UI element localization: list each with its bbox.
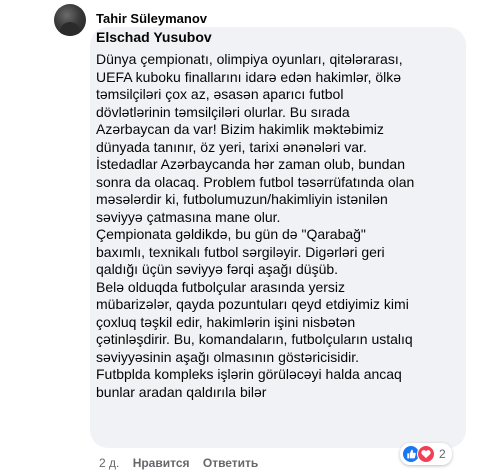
mention-link[interactable]: Elschad Yusubov [96,29,212,45]
comment-line: dünyada tanınır, öz yeri, tarixi ənənələ… [96,138,367,155]
comment-line: dövlətlərinin təmsilçiləri olurlar. Bu s… [96,103,350,120]
comment-line: məsələrdir ki, futbolumuzun/hakimliyin i… [96,191,388,207]
comment-line: təmsilçiləri çox az, əsasən aparıcı futb… [96,86,344,102]
comment-line: bunlar aradan qaldırıla bilər [96,383,267,400]
comment-line: mübarizələr, qayda pozuntuları qeyd etdi… [96,296,409,312]
comment-line: səviyyəsinin aşağı olmasının göstəricisi… [96,348,360,365]
comment-line: Azərbaycan da var! Bizim hakimlik məktəb… [96,121,384,137]
author-name[interactable]: Tahir Süleymanov [96,11,207,26]
avatar[interactable] [54,4,86,36]
comment-text: Dünya çempionatı, olimpiya oyunları, qit… [96,51,414,401]
comment-line: səviyyə çatmasına mane olur. [96,208,281,225]
like-button[interactable]: Нравится [133,456,190,470]
timestamp[interactable]: 2 д. [99,456,119,470]
reaction-summary[interactable]: 2 [400,443,452,465]
comment-actions: 2 д. Нравится Ответить [99,456,268,470]
comment-line: Çempionata gəldikdə, bu gün də "Qarabağ" [96,226,366,242]
comment-line: UEFA kuboku finallarını idarə edən hakim… [96,68,402,85]
comment-line: Futbplda kompleks işlərin görüləcəyi hal… [96,366,402,382]
comment-line: İstedadlar Azərbaycanda hər zaman olub, … [96,156,405,172]
comment-line: Dünya çempionatı, olimpiya oyunları, qit… [96,51,403,67]
reply-button[interactable]: Ответить [203,456,258,470]
comment-line: qaldığı üçün səviyyə fərqi aşağı düşüb. [96,261,339,277]
reaction-count: 2 [439,447,446,461]
comment-line: Belə olduqda futbolçular arasında yersiz [96,278,346,295]
comment-line: baxımlı, texnikalı futbol sərgiləyir. Di… [96,243,385,260]
comment-line: çoxluq təşkil edir, hakimlərin işini nis… [96,313,356,330]
heart-icon [417,445,435,463]
comment-line: sonra da olacaq. Problem futbol təsərrüf… [96,173,415,190]
comment-line: çətinləşdirir. Bu, komandaların, futbolç… [96,331,413,347]
